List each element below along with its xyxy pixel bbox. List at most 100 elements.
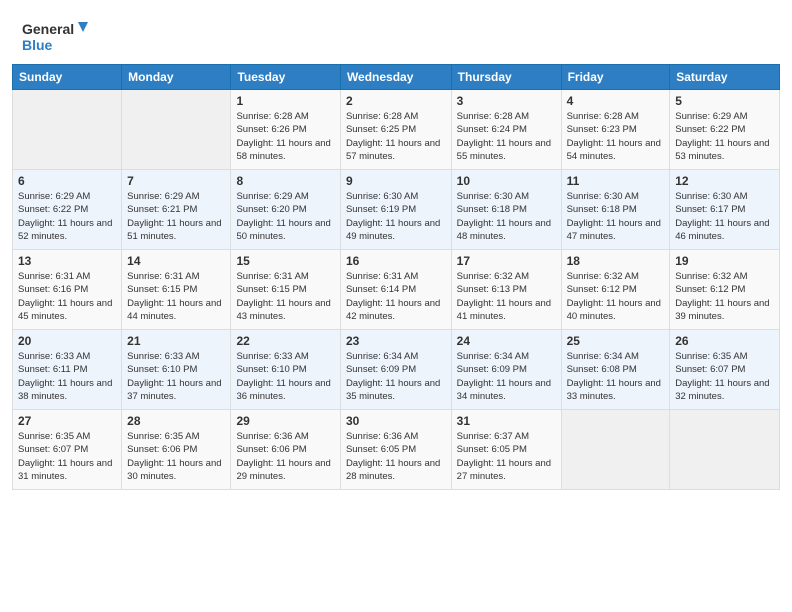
calendar-cell-0-2: 1 Sunrise: 6:28 AMSunset: 6:26 PMDaylight… <box>231 90 340 170</box>
weekday-header-saturday: Saturday <box>670 65 780 90</box>
day-info: Sunrise: 6:28 AMSunset: 6:25 PMDaylight:… <box>346 110 446 163</box>
day-number: 27 <box>18 414 116 428</box>
calendar-cell-2-4: 17 Sunrise: 6:32 AMSunset: 6:13 PMDayligh… <box>451 250 561 330</box>
day-number: 15 <box>236 254 334 268</box>
calendar-cell-3-2: 22Sunrise: 6:33 AMSunset: 6:10 PMDayligh… <box>231 330 340 410</box>
calendar-cell-2-6: 19 Sunrise: 6:32 AMSunset: 6:12 PMDayligh… <box>670 250 780 330</box>
day-info: Sunrise: 6:35 AMSunset: 6:07 PMDaylight:… <box>18 430 116 483</box>
logo: General Blue <box>20 16 90 56</box>
day-info: Sunrise: 6:29 AMSunset: 6:22 PMDaylight:… <box>675 110 774 163</box>
week-row-4: 27 Sunrise: 6:35 AMSunset: 6:07 PMDayligh… <box>13 410 780 490</box>
calendar-cell-0-3: 2 Sunrise: 6:28 AMSunset: 6:25 PMDaylight… <box>340 90 451 170</box>
day-number: 25 <box>567 334 665 348</box>
calendar-cell-4-4: 31 Sunrise: 6:37 AMSunset: 6:05 PMDayligh… <box>451 410 561 490</box>
weekday-header-wednesday: Wednesday <box>340 65 451 90</box>
weekday-header-friday: Friday <box>561 65 670 90</box>
calendar-cell-0-4: 3Sunrise: 6:28 AMSunset: 6:24 PMDaylight… <box>451 90 561 170</box>
calendar-cell-1-0: 6Sunrise: 6:29 AMSunset: 6:22 PMDaylight… <box>13 170 122 250</box>
day-info: Sunrise: 6:28 AMSunset: 6:24 PMDaylight:… <box>457 110 556 163</box>
day-number: 11 <box>567 174 665 188</box>
weekday-header-tuesday: Tuesday <box>231 65 340 90</box>
week-row-1: 6Sunrise: 6:29 AMSunset: 6:22 PMDaylight… <box>13 170 780 250</box>
svg-text:General: General <box>22 21 74 37</box>
day-info: Sunrise: 6:29 AMSunset: 6:22 PMDaylight:… <box>18 190 116 243</box>
weekday-header-sunday: Sunday <box>13 65 122 90</box>
calendar-cell-3-0: 20 Sunrise: 6:33 AMSunset: 6:11 PMDayligh… <box>13 330 122 410</box>
day-info: Sunrise: 6:34 AMSunset: 6:09 PMDaylight:… <box>346 350 446 403</box>
calendar-cell-2-3: 16 Sunrise: 6:31 AMSunset: 6:14 PMDayligh… <box>340 250 451 330</box>
week-row-0: 1 Sunrise: 6:28 AMSunset: 6:26 PMDaylight… <box>13 90 780 170</box>
calendar-cell-1-1: 7 Sunrise: 6:29 AMSunset: 6:21 PMDaylight… <box>122 170 231 250</box>
day-info: Sunrise: 6:31 AMSunset: 6:16 PMDaylight:… <box>18 270 116 323</box>
svg-text:Blue: Blue <box>22 37 53 53</box>
day-info: Sunrise: 6:36 AMSunset: 6:06 PMDaylight:… <box>236 430 334 483</box>
day-info: Sunrise: 6:30 AMSunset: 6:18 PMDaylight:… <box>567 190 665 243</box>
calendar-cell-4-1: 28 Sunrise: 6:35 AMSunset: 6:06 PMDayligh… <box>122 410 231 490</box>
day-number: 8 <box>236 174 334 188</box>
day-number: 9 <box>346 174 446 188</box>
day-info: Sunrise: 6:35 AMSunset: 6:06 PMDaylight:… <box>127 430 225 483</box>
day-number: 29 <box>236 414 334 428</box>
day-number: 10 <box>457 174 556 188</box>
calendar-cell-3-1: 21Sunrise: 6:33 AMSunset: 6:10 PMDayligh… <box>122 330 231 410</box>
calendar-cell-0-5: 4Sunrise: 6:28 AMSunset: 6:23 PMDaylight… <box>561 90 670 170</box>
calendar-cell-0-0 <box>13 90 122 170</box>
day-number: 7 <box>127 174 225 188</box>
day-number: 31 <box>457 414 556 428</box>
calendar-cell-3-5: 25 Sunrise: 6:34 AMSunset: 6:08 PMDayligh… <box>561 330 670 410</box>
day-number: 30 <box>346 414 446 428</box>
calendar-table: SundayMondayTuesdayWednesdayThursdayFrid… <box>12 64 780 490</box>
day-info: Sunrise: 6:31 AMSunset: 6:14 PMDaylight:… <box>346 270 446 323</box>
day-number: 1 <box>236 94 334 108</box>
calendar-cell-1-2: 8Sunrise: 6:29 AMSunset: 6:20 PMDaylight… <box>231 170 340 250</box>
day-info: Sunrise: 6:32 AMSunset: 6:12 PMDaylight:… <box>567 270 665 323</box>
day-info: Sunrise: 6:32 AMSunset: 6:13 PMDaylight:… <box>457 270 556 323</box>
day-number: 21 <box>127 334 225 348</box>
calendar-cell-2-5: 18Sunrise: 6:32 AMSunset: 6:12 PMDayligh… <box>561 250 670 330</box>
calendar-cell-4-0: 27 Sunrise: 6:35 AMSunset: 6:07 PMDayligh… <box>13 410 122 490</box>
day-info: Sunrise: 6:30 AMSunset: 6:18 PMDaylight:… <box>457 190 556 243</box>
day-info: Sunrise: 6:32 AMSunset: 6:12 PMDaylight:… <box>675 270 774 323</box>
day-number: 17 <box>457 254 556 268</box>
calendar-cell-1-3: 9 Sunrise: 6:30 AMSunset: 6:19 PMDaylight… <box>340 170 451 250</box>
day-number: 28 <box>127 414 225 428</box>
weekday-header-thursday: Thursday <box>451 65 561 90</box>
day-info: Sunrise: 6:30 AMSunset: 6:17 PMDaylight:… <box>675 190 774 243</box>
day-info: Sunrise: 6:33 AMSunset: 6:11 PMDaylight:… <box>18 350 116 403</box>
calendar: SundayMondayTuesdayWednesdayThursdayFrid… <box>0 64 792 612</box>
calendar-cell-3-6: 26 Sunrise: 6:35 AMSunset: 6:07 PMDayligh… <box>670 330 780 410</box>
calendar-cell-1-6: 12Sunrise: 6:30 AMSunset: 6:17 PMDayligh… <box>670 170 780 250</box>
calendar-cell-2-2: 15 Sunrise: 6:31 AMSunset: 6:15 PMDayligh… <box>231 250 340 330</box>
calendar-cell-4-3: 30Sunrise: 6:36 AMSunset: 6:05 PMDayligh… <box>340 410 451 490</box>
day-number: 16 <box>346 254 446 268</box>
calendar-cell-4-2: 29 Sunrise: 6:36 AMSunset: 6:06 PMDayligh… <box>231 410 340 490</box>
week-row-2: 13Sunrise: 6:31 AMSunset: 6:16 PMDayligh… <box>13 250 780 330</box>
day-number: 2 <box>346 94 446 108</box>
calendar-cell-4-5 <box>561 410 670 490</box>
day-info: Sunrise: 6:29 AMSunset: 6:21 PMDaylight:… <box>127 190 225 243</box>
day-number: 19 <box>675 254 774 268</box>
day-info: Sunrise: 6:37 AMSunset: 6:05 PMDaylight:… <box>457 430 556 483</box>
day-info: Sunrise: 6:30 AMSunset: 6:19 PMDaylight:… <box>346 190 446 243</box>
day-number: 24 <box>457 334 556 348</box>
calendar-cell-0-6: 5 Sunrise: 6:29 AMSunset: 6:22 PMDaylight… <box>670 90 780 170</box>
calendar-cell-2-1: 14Sunrise: 6:31 AMSunset: 6:15 PMDayligh… <box>122 250 231 330</box>
day-info: Sunrise: 6:31 AMSunset: 6:15 PMDaylight:… <box>236 270 334 323</box>
calendar-cell-2-0: 13Sunrise: 6:31 AMSunset: 6:16 PMDayligh… <box>13 250 122 330</box>
calendar-cell-3-3: 23 Sunrise: 6:34 AMSunset: 6:09 PMDayligh… <box>340 330 451 410</box>
logo-svg: General Blue <box>20 16 90 56</box>
header: General Blue <box>0 0 792 64</box>
day-info: Sunrise: 6:28 AMSunset: 6:26 PMDaylight:… <box>236 110 334 163</box>
week-row-3: 20 Sunrise: 6:33 AMSunset: 6:11 PMDayligh… <box>13 330 780 410</box>
day-number: 26 <box>675 334 774 348</box>
page: General Blue SundayMondayTuesdayWednesda… <box>0 0 792 612</box>
calendar-cell-0-1 <box>122 90 231 170</box>
day-info: Sunrise: 6:35 AMSunset: 6:07 PMDaylight:… <box>675 350 774 403</box>
day-number: 4 <box>567 94 665 108</box>
calendar-cell-4-6 <box>670 410 780 490</box>
day-number: 20 <box>18 334 116 348</box>
day-info: Sunrise: 6:34 AMSunset: 6:08 PMDaylight:… <box>567 350 665 403</box>
day-number: 5 <box>675 94 774 108</box>
day-number: 23 <box>346 334 446 348</box>
day-info: Sunrise: 6:31 AMSunset: 6:15 PMDaylight:… <box>127 270 225 323</box>
